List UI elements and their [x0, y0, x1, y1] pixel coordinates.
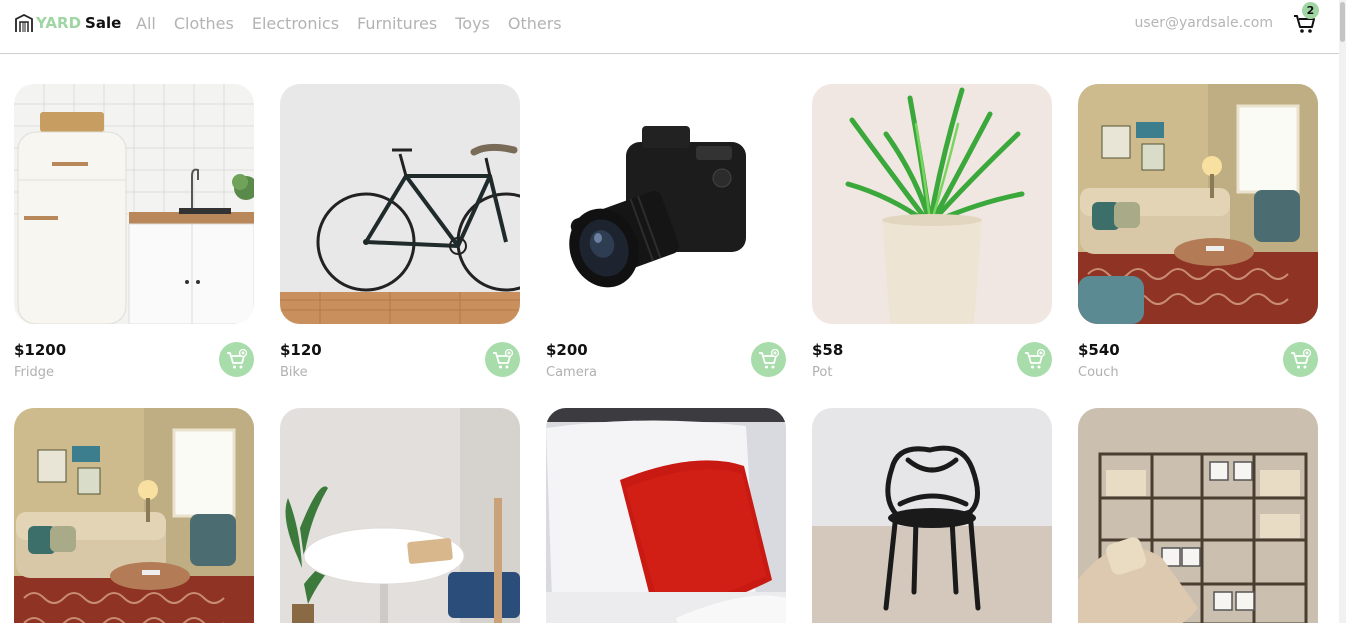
- product-name: Pot: [812, 365, 833, 380]
- product-image-pillow[interactable]: [546, 408, 786, 623]
- product-card: [14, 408, 254, 623]
- product-price: $1200: [14, 341, 67, 359]
- yard-sale-logo[interactable]: YARD Sale: [14, 12, 121, 34]
- top-navbar: YARD Sale All Clothes Electronics Furnit…: [0, 0, 1339, 54]
- product-name: Camera: [546, 365, 598, 380]
- nav-item-electronics[interactable]: Electronics: [252, 14, 339, 33]
- add-to-cart-icon: [492, 348, 513, 368]
- product-card: $120 Bike: [280, 84, 520, 380]
- product-price: $200: [546, 341, 588, 359]
- product-image-couch[interactable]: [1078, 84, 1318, 324]
- scrollbar-thumb[interactable]: [1340, 2, 1345, 42]
- product-image-bike[interactable]: [280, 84, 520, 324]
- product-price: $120: [280, 341, 322, 359]
- nav-item-others[interactable]: Others: [508, 14, 562, 33]
- add-to-cart-button[interactable]: [485, 342, 520, 377]
- add-to-cart-button[interactable]: [219, 342, 254, 377]
- product-image-chair[interactable]: [812, 408, 1052, 623]
- user-email-link[interactable]: user@yardsale.com: [1134, 15, 1273, 31]
- nav-item-toys[interactable]: Toys: [455, 14, 490, 33]
- cart-count-badge: 2: [1302, 2, 1319, 19]
- product-image-couch[interactable]: [14, 408, 254, 623]
- product-image-shelf[interactable]: [1078, 408, 1318, 623]
- logo-sale-text: Sale: [85, 14, 122, 32]
- product-image-camera[interactable]: [546, 84, 786, 324]
- add-to-cart-button[interactable]: [1017, 342, 1052, 377]
- add-to-cart-icon: [758, 348, 779, 368]
- logo-yard-text: YARD: [36, 14, 82, 32]
- product-card: [546, 408, 786, 623]
- add-to-cart-button[interactable]: [751, 342, 786, 377]
- product-price: $58: [812, 341, 844, 359]
- product-card: [812, 408, 1052, 623]
- product-price: $540: [1078, 341, 1120, 359]
- product-card: $540 Couch: [1078, 84, 1318, 380]
- product-card: [280, 408, 520, 623]
- product-name: Fridge: [14, 365, 54, 380]
- product-card: $58 Pot: [812, 84, 1052, 380]
- add-to-cart-icon: [1024, 348, 1045, 368]
- product-card: $1200 Fridge: [14, 84, 254, 380]
- product-card: $200 Camera: [546, 84, 786, 380]
- nav-item-all[interactable]: All: [136, 14, 156, 33]
- product-image-pot[interactable]: [812, 84, 1052, 324]
- product-name: Couch: [1078, 365, 1119, 380]
- product-image-fridge[interactable]: [14, 84, 254, 324]
- nav-item-clothes[interactable]: Clothes: [174, 14, 234, 33]
- add-to-cart-icon: [1290, 348, 1311, 368]
- add-to-cart-icon: [226, 348, 247, 368]
- vertical-scrollbar[interactable]: [1339, 0, 1346, 623]
- add-to-cart-button[interactable]: [1283, 342, 1318, 377]
- logo-icon: [15, 13, 33, 32]
- product-name: Bike: [280, 365, 308, 380]
- product-image-table[interactable]: [280, 408, 520, 623]
- nav-item-furnitures[interactable]: Furnitures: [357, 14, 437, 33]
- product-card: [1078, 408, 1318, 623]
- page: YARD Sale All Clothes Electronics Furnit…: [0, 0, 1346, 623]
- category-nav: All Clothes Electronics Furnitures Toys …: [136, 14, 562, 33]
